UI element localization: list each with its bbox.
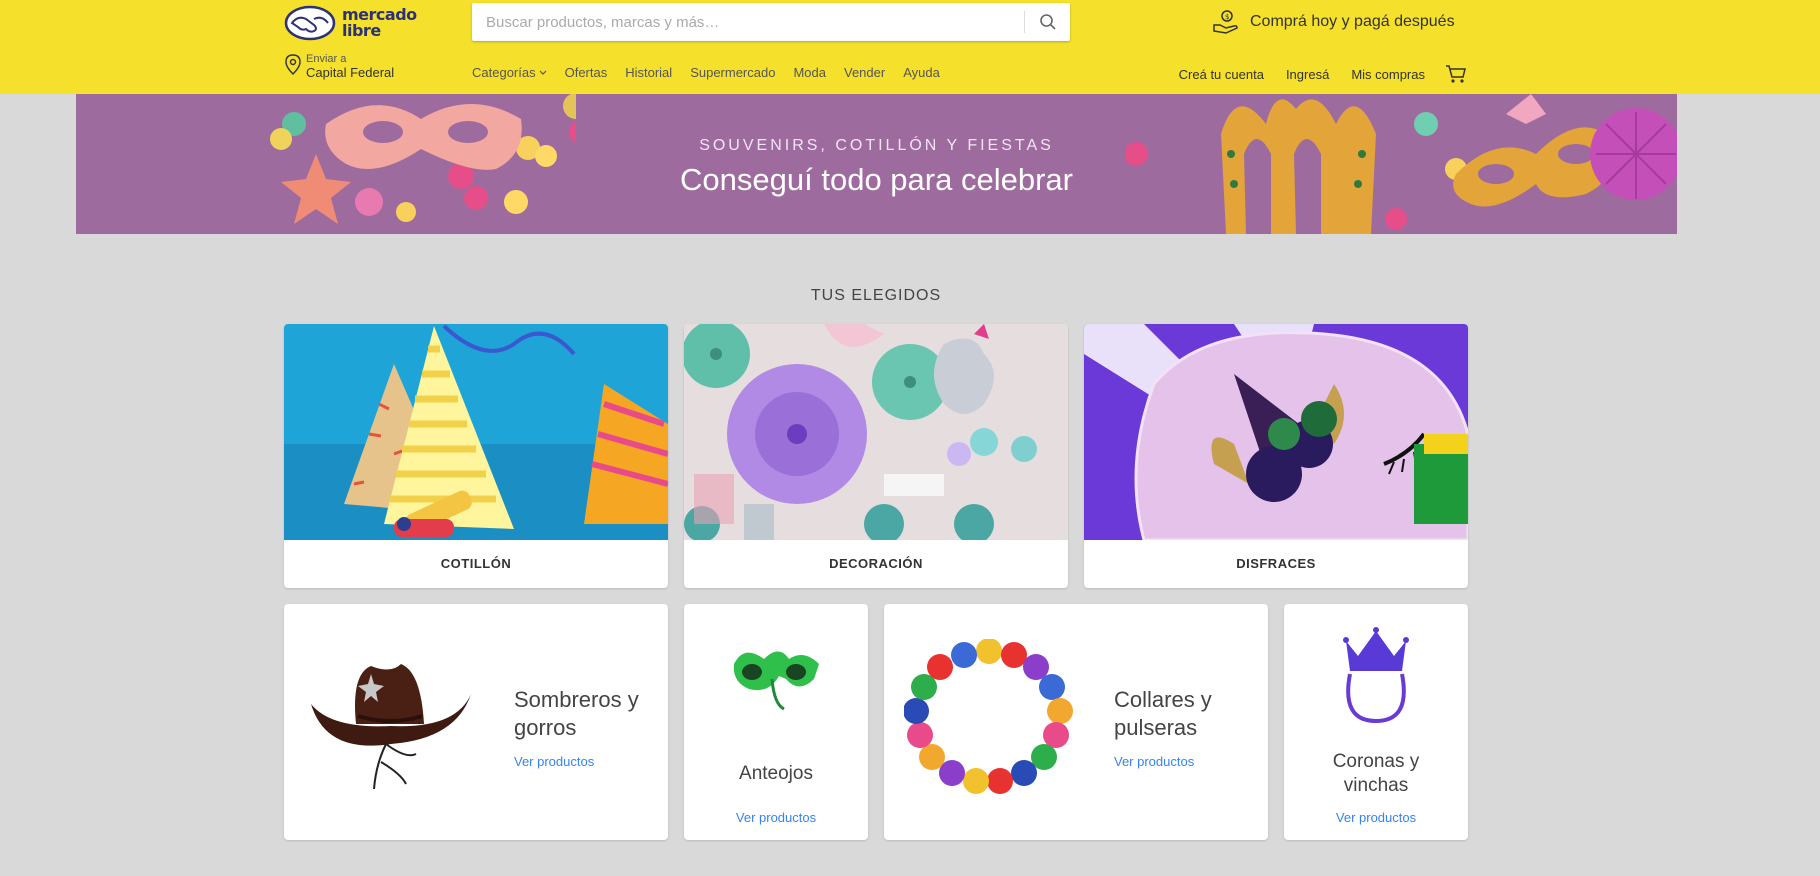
party-glasses-image (733, 651, 819, 711)
paper-fans-decor-image (684, 324, 1068, 540)
promo-text: Comprá hoy y pagá después (1250, 13, 1455, 30)
account-links: Creá tu cuenta Ingresá Mis compras (1157, 64, 1467, 84)
nav-item-supermercado[interactable]: Supermercado (690, 65, 775, 80)
category-card-disfraces[interactable]: DISFRACES (1084, 324, 1468, 588)
product-name-line-1: Collares y (1114, 687, 1212, 712)
product-name-line-2: pulseras (1114, 715, 1198, 740)
search-input[interactable] (486, 3, 1026, 41)
product-name: Anteojos (739, 763, 813, 784)
section-title: TUS ELEGIDOS (810, 287, 942, 304)
search-button[interactable] (1025, 3, 1070, 41)
chevron-down-icon (539, 70, 547, 75)
shipping-location[interactable]: Enviar a Capital Federal (284, 53, 394, 81)
ship-location: Capital Federal (306, 65, 395, 80)
flower-lei-image (904, 639, 1073, 794)
category-label: DISFRACES (1236, 556, 1316, 571)
nav-item-ofertas[interactable]: Ofertas (565, 65, 608, 80)
product-name: Sombreros y gorros (514, 686, 639, 742)
nav-item-categorias[interactable]: Categorías (472, 65, 547, 80)
category-card-decoracion[interactable]: DECORACIÓN (684, 324, 1068, 588)
site-header: mercado libre $ Comprá hoy y pagá despué… (0, 0, 1820, 94)
category-label: DECORACIÓN (829, 556, 923, 571)
product-card-anteojos[interactable]: Anteojos Ver productos (684, 604, 868, 840)
cart-icon[interactable] (1445, 64, 1467, 84)
product-card-collares[interactable]: Collares y pulseras Ver productos (884, 604, 1268, 840)
see-products-link[interactable]: Ver productos (684, 810, 868, 825)
login-link[interactable]: Ingresá (1286, 67, 1329, 82)
search-bar (472, 3, 1070, 41)
logo-wordmark: mercado libre (342, 7, 417, 39)
banner-title: Conseguí todo para celebrar (680, 162, 1073, 197)
promo-banner-link[interactable]: $ Comprá hoy y pagá después (1212, 9, 1455, 35)
ship-label: Enviar a (306, 53, 347, 65)
promo-hero-banner[interactable]: SOUVENIRS, COTILLÓN Y FIESTAS Conseguí t… (76, 94, 1677, 234)
banner-overline: SOUVENIRS, COTILLÓN Y FIESTAS (699, 137, 1054, 154)
handshake-logo-icon (284, 5, 336, 41)
nav-label: Categorías (472, 65, 536, 80)
product-name: Coronas y vinchas (1284, 750, 1468, 798)
nav-item-historial[interactable]: Historial (625, 65, 672, 80)
my-purchases-link[interactable]: Mis compras (1351, 67, 1425, 82)
product-name-line-2: gorros (514, 715, 577, 740)
see-products-link[interactable]: Ver productos (1114, 754, 1194, 769)
crown-headband-image (1343, 627, 1409, 724)
party-hats-image (284, 324, 668, 540)
search-icon (1039, 14, 1056, 30)
product-name-line-1: Sombreros y (514, 687, 639, 712)
unicorn-costume-image (1084, 324, 1468, 540)
category-card-cotillon[interactable]: COTILLÓN (284, 324, 668, 588)
nav-item-vender[interactable]: Vender (844, 65, 885, 80)
product-card-coronas[interactable]: Coronas y vinchas Ver productos (1284, 604, 1468, 840)
see-products-link[interactable]: Ver productos (514, 754, 594, 769)
product-name-line-1: Coronas y (1332, 751, 1420, 772)
product-name: Collares y pulseras (1114, 686, 1212, 742)
main-nav: Categorías Ofertas Historial Supermercad… (472, 65, 958, 80)
product-card-sombreros[interactable]: Sombreros y gorros Ver productos (284, 604, 668, 840)
create-account-link[interactable]: Creá tu cuenta (1179, 67, 1264, 82)
see-products-link[interactable]: Ver productos (1284, 810, 1468, 825)
svg-text:$: $ (1225, 13, 1229, 21)
logo-line-2: libre (342, 21, 381, 40)
category-label: COTILLÓN (440, 556, 512, 571)
mercadolibre-logo[interactable]: mercado libre (284, 4, 417, 42)
product-name-line-2: vinchas (1343, 775, 1409, 796)
nav-item-ayuda[interactable]: Ayuda (903, 65, 940, 80)
nav-item-moda[interactable]: Moda (793, 65, 826, 80)
location-pin-icon (285, 54, 301, 75)
cowboy-hat-image (311, 664, 471, 790)
hand-coin-icon: $ (1213, 10, 1238, 34)
